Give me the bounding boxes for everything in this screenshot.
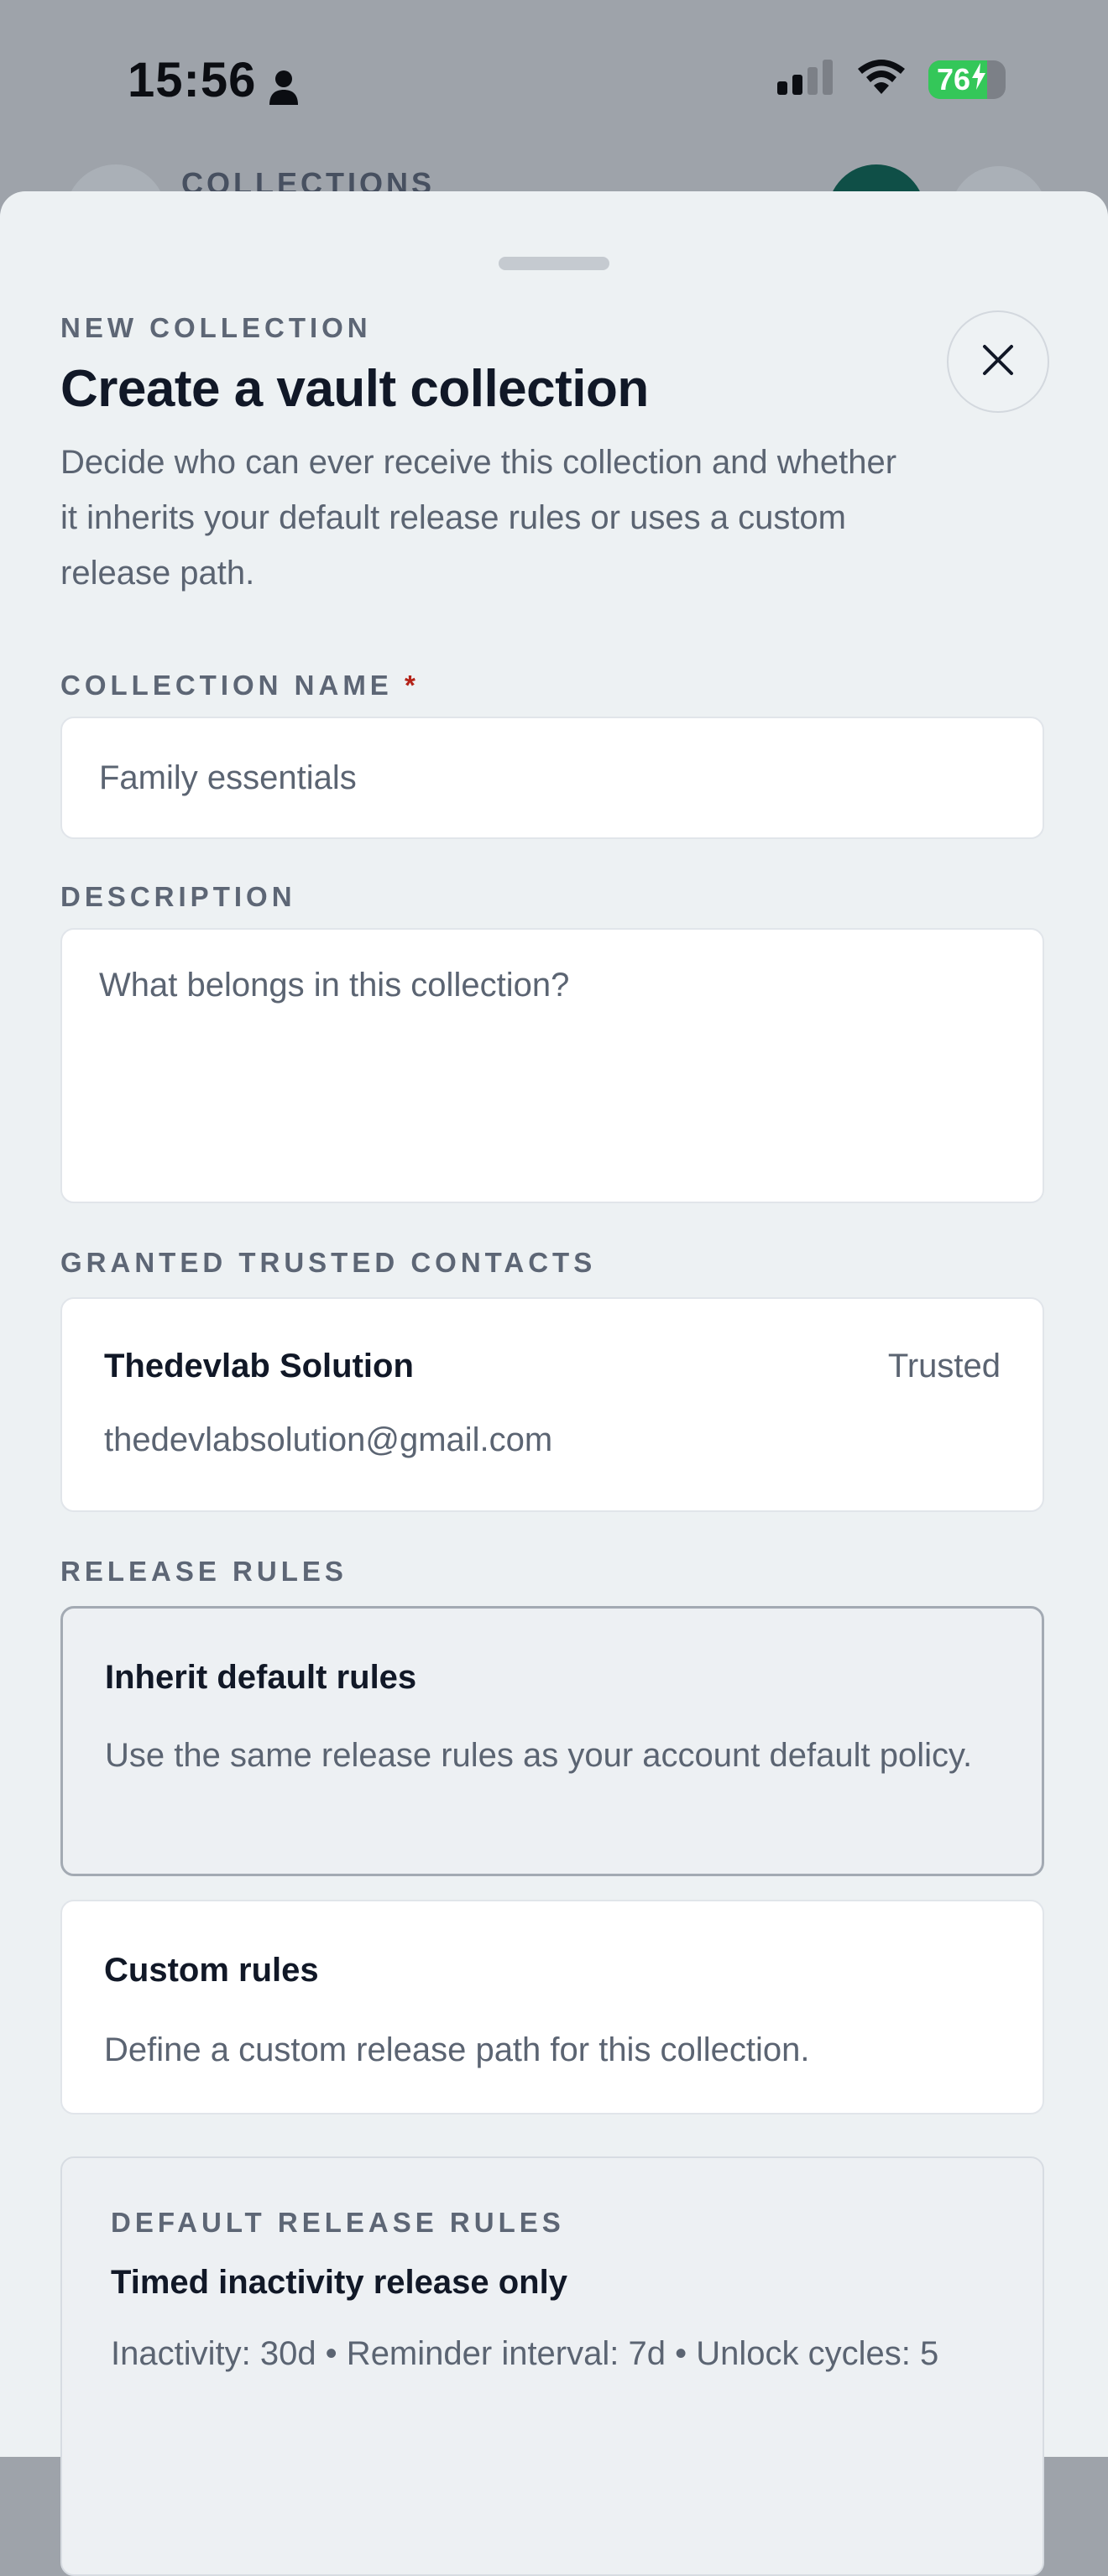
battery-level-text: 76	[937, 61, 971, 96]
default-rules-title: Timed inactivity release only	[111, 2264, 567, 2301]
custom-rules-description: Define a custom release path for this co…	[104, 2031, 810, 2068]
sheet-eyebrow: NEW COLLECTION	[60, 312, 372, 343]
inherit-default-rules-option[interactable]: Inherit default rules Use the same relea…	[60, 1606, 1044, 1876]
cellular-signal-icon	[777, 60, 834, 99]
new-collection-sheet: NEW COLLECTION Create a vault collection…	[0, 191, 1108, 2576]
close-button[interactable]	[947, 310, 1049, 413]
status-bar: 15:56 76	[0, 0, 1108, 159]
collection-name-label: COLLECTION NAME *	[60, 670, 420, 701]
required-marker: *	[405, 670, 420, 701]
sheet-grabber[interactable]	[499, 257, 609, 270]
collection-name-label-text: COLLECTION NAME	[60, 670, 393, 701]
person-icon	[268, 62, 300, 105]
battery-level: 76	[928, 62, 987, 97]
release-rules-label: RELEASE RULES	[60, 1556, 348, 1587]
custom-rules-option[interactable]: Custom rules Define a custom release pat…	[60, 1900, 1044, 2115]
collection-name-input[interactable]: Family essentials	[60, 717, 1044, 839]
contact-email: thedevlabsolution@gmail.com	[104, 1421, 553, 1458]
contact-name: Thedevlab Solution	[104, 1348, 414, 1384]
description-placeholder: What belongs in this collection?	[99, 967, 570, 1004]
status-time-text: 15:56	[128, 53, 257, 107]
description-textarea[interactable]: What belongs in this collection?	[60, 928, 1044, 1203]
sheet-title: Create a vault collection	[60, 360, 649, 418]
wifi-icon	[856, 59, 907, 100]
status-time: 15:56	[128, 52, 300, 108]
close-icon	[981, 343, 1015, 381]
battery-indicator: 76	[928, 60, 1006, 99]
collection-name-value: Family essentials	[99, 759, 357, 796]
charging-bolt-icon	[970, 62, 987, 97]
sheet-subtitle: Decide who can ever receive this collect…	[60, 444, 897, 592]
description-label: DESCRIPTION	[60, 881, 296, 912]
default-rules-eyebrow: DEFAULT RELEASE RULES	[111, 2207, 565, 2238]
inherit-rules-description: Use the same release rules as your accou…	[105, 1737, 973, 1774]
status-indicators: 76	[777, 59, 1006, 100]
trusted-contact-card[interactable]: Thedevlab Solution Trusted thedevlabsolu…	[60, 1297, 1044, 1512]
default-rules-detail: Inactivity: 30d • Reminder interval: 7d …	[111, 2335, 939, 2372]
inherit-rules-title: Inherit default rules	[105, 1659, 417, 1696]
default-release-rules-panel: DEFAULT RELEASE RULES Timed inactivity r…	[60, 2156, 1044, 2576]
trusted-contacts-label: GRANTED TRUSTED CONTACTS	[60, 1247, 597, 1278]
custom-rules-title: Custom rules	[104, 1952, 319, 1989]
contact-role-badge: Trusted	[887, 1348, 1001, 1384]
